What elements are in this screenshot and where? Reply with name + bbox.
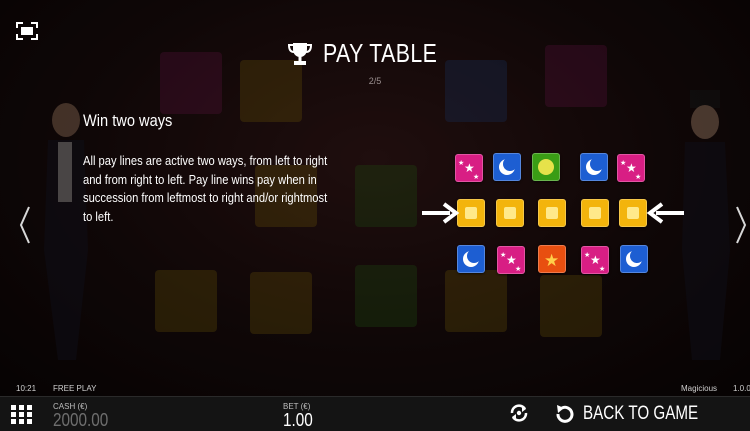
pink-stars-symbol: ★ ★ ★ <box>455 154 483 182</box>
clock-time: 10:21 <box>16 384 37 393</box>
game-stage: PAY TABLE 2/5 Win two ways All pay lines… <box>0 0 750 396</box>
blue-moon-symbol <box>580 153 608 181</box>
game-version: 1.0.0 <box>733 384 750 393</box>
pink-stars-symbol: ★ ★ ★ <box>497 246 525 274</box>
back-arrow-icon <box>556 405 574 423</box>
autoplay-icon[interactable] <box>508 402 530 424</box>
header: PAY TABLE <box>0 38 750 69</box>
yellow-glow-symbol <box>538 199 566 227</box>
svg-text:★: ★ <box>515 265 521 273</box>
svg-text:★: ★ <box>544 251 559 271</box>
game-name: Magicious <box>681 384 718 393</box>
bottom-bar: CASH (€) 2000.00 BET (€) 1.00 BACK TO GA… <box>0 396 750 431</box>
back-to-game-label: BACK TO GAME <box>583 403 699 424</box>
blue-moon-symbol <box>620 245 648 273</box>
yellow-glow-symbol <box>457 199 485 227</box>
svg-text:★: ★ <box>635 173 641 181</box>
svg-text:★: ★ <box>584 251 590 259</box>
left-to-right-arrow-icon <box>422 202 460 224</box>
right-to-left-arrow-icon <box>646 202 684 224</box>
svg-text:★: ★ <box>599 265 605 273</box>
section-body: All pay lines are active two ways, from … <box>83 153 328 224</box>
next-page-arrow-icon[interactable] <box>734 205 748 245</box>
back-to-game-button[interactable]: BACK TO GAME <box>553 401 727 427</box>
trophy-icon <box>288 42 313 65</box>
yellow-glow-symbol <box>619 199 647 227</box>
yellow-glow-symbol <box>581 199 609 227</box>
svg-text:★: ★ <box>458 159 464 167</box>
pink-stars-symbol: ★ ★ ★ <box>617 154 645 182</box>
green-orb-symbol <box>532 153 560 181</box>
orange-star-symbol: ★ <box>538 245 566 273</box>
blue-moon-symbol <box>457 245 485 273</box>
pink-stars-symbol: ★ ★ ★ <box>581 246 609 274</box>
play-mode: FREE PLAY <box>53 384 97 393</box>
blue-moon-symbol <box>493 153 521 181</box>
yellow-glow-symbol <box>496 199 524 227</box>
bet-value[interactable]: 1.00 <box>283 410 313 431</box>
page-indicator: 2/5 <box>368 76 382 86</box>
svg-text:★: ★ <box>473 173 479 181</box>
cash-value: 2000.00 <box>53 410 109 430</box>
prev-page-arrow-icon[interactable] <box>18 205 32 245</box>
menu-grid-icon[interactable] <box>11 405 33 425</box>
page-title: PAY TABLE <box>322 38 437 68</box>
svg-text:★: ★ <box>620 159 626 167</box>
svg-text:★: ★ <box>500 251 506 259</box>
section-heading: Win two ways <box>83 111 173 130</box>
